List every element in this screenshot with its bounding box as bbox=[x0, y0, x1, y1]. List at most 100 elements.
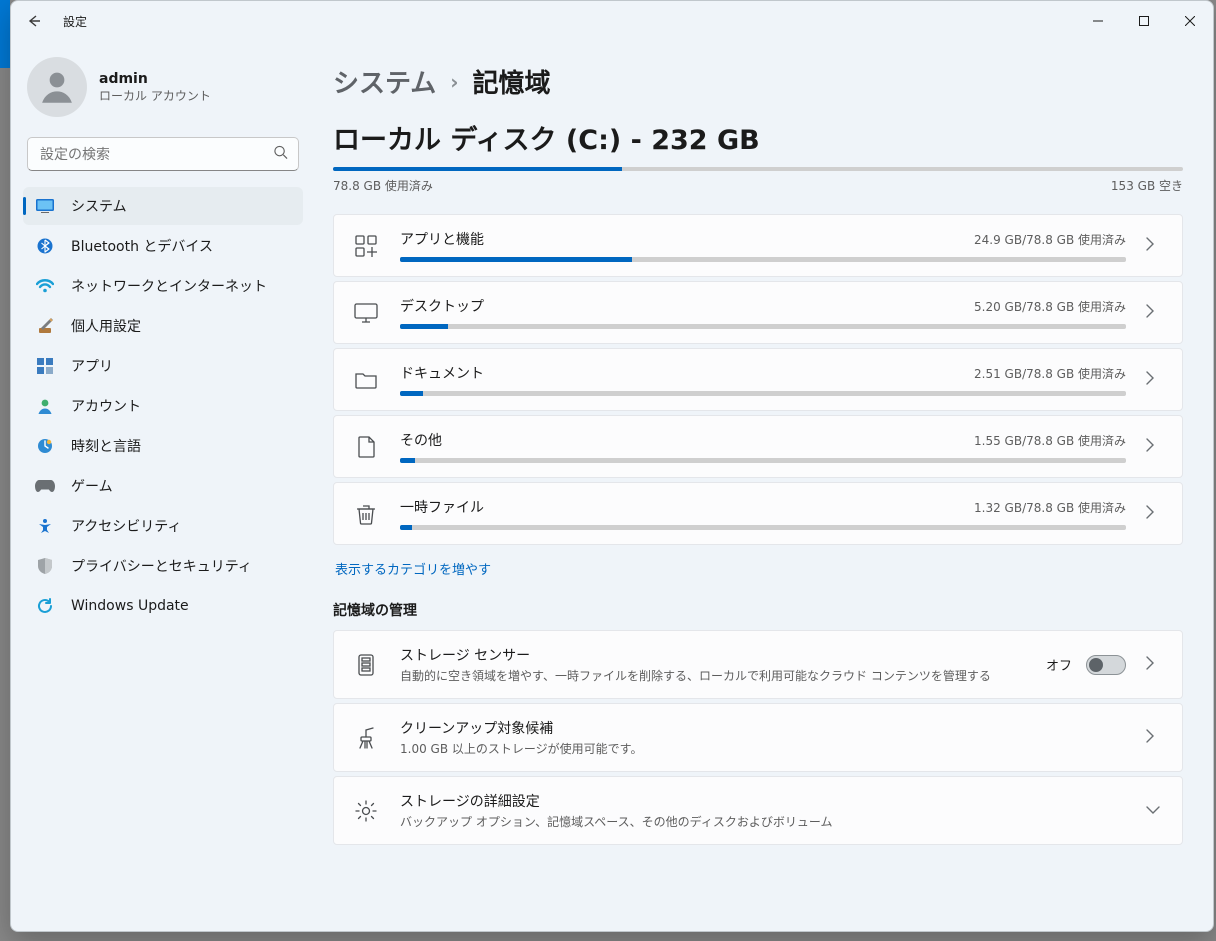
privacy-icon bbox=[35, 556, 55, 576]
manage-item-sub: バックアップ オプション、記憶域スペース、その他のディスクおよびボリューム bbox=[400, 813, 1126, 830]
category-value: 1.55 GB/78.8 GB 使用済み bbox=[974, 432, 1126, 449]
network-icon bbox=[35, 276, 55, 296]
category-title: デスクトップ bbox=[400, 296, 484, 316]
sidebar-item-label: プライバシーとセキュリティ bbox=[71, 556, 252, 576]
category-bar bbox=[400, 525, 1126, 530]
search-input[interactable] bbox=[28, 138, 298, 170]
account-icon bbox=[35, 396, 55, 416]
storage-category-docs[interactable]: ドキュメント2.51 GB/78.8 GB 使用済み bbox=[333, 348, 1183, 411]
disk-used-label: 78.8 GB 使用済み bbox=[333, 177, 433, 194]
apps-icon bbox=[352, 232, 380, 260]
sidebar-item-bluetooth[interactable]: Bluetooth とデバイス bbox=[23, 227, 303, 265]
storage-category-temp[interactable]: 一時ファイル1.32 GB/78.8 GB 使用済み bbox=[333, 482, 1183, 545]
sidebar-item-label: システム bbox=[71, 196, 127, 216]
breadcrumb-current: 記憶域 bbox=[472, 63, 550, 100]
chevron-right-icon bbox=[1146, 371, 1164, 389]
sidebar-item-personal[interactable]: 個人用設定 bbox=[23, 307, 303, 345]
category-value: 5.20 GB/78.8 GB 使用済み bbox=[974, 298, 1126, 315]
time-icon bbox=[35, 436, 55, 456]
titlebar: 設定 bbox=[11, 1, 1213, 41]
temp-icon bbox=[352, 500, 380, 528]
arrow-left-icon bbox=[26, 13, 42, 29]
avatar bbox=[27, 57, 87, 117]
other-icon bbox=[352, 433, 380, 461]
chevron-right-icon bbox=[1146, 304, 1164, 322]
bluetooth-icon bbox=[35, 236, 55, 256]
manage-item-title: ストレージ センサー bbox=[400, 645, 1026, 665]
cleanup-icon bbox=[352, 724, 380, 752]
sidebar-item-label: ネットワークとインターネット bbox=[71, 276, 267, 296]
sidebar-item-system[interactable]: システム bbox=[23, 187, 303, 225]
sidebar-item-time[interactable]: 時刻と言語 bbox=[23, 427, 303, 465]
chevron-right-icon bbox=[1146, 729, 1164, 747]
manage-item-cleanup[interactable]: クリーンアップ対象候補1.00 GB 以上のストレージが使用可能です。 bbox=[333, 703, 1183, 772]
show-more-categories-link[interactable]: 表示するカテゴリを増やす bbox=[335, 559, 491, 578]
sidebar: admin ローカル アカウント システム Bluetooth とデバイスネットワ… bbox=[11, 41, 315, 931]
category-title: その他 bbox=[400, 430, 442, 450]
profile-block[interactable]: admin ローカル アカウント bbox=[19, 49, 307, 129]
storage-category-apps[interactable]: アプリと機能24.9 GB/78.8 GB 使用済み bbox=[333, 214, 1183, 277]
chevron-right-icon bbox=[1146, 438, 1164, 456]
chevron-right-icon bbox=[1146, 237, 1164, 255]
sidebar-item-apps[interactable]: アプリ bbox=[23, 347, 303, 385]
breadcrumb-parent[interactable]: システム bbox=[333, 63, 436, 100]
chevron-right-icon: › bbox=[450, 70, 458, 94]
sidebar-item-label: 個人用設定 bbox=[71, 316, 141, 336]
maximize-button[interactable] bbox=[1121, 5, 1167, 37]
close-icon bbox=[1185, 16, 1195, 26]
manage-item-title: ストレージの詳細設定 bbox=[400, 791, 1126, 811]
sensor-icon bbox=[352, 651, 380, 679]
main-pane[interactable]: システム › 記憶域 ローカル ディスク (C:) - 232 GB 78.8 … bbox=[315, 41, 1213, 931]
chevron-right-icon bbox=[1146, 505, 1164, 523]
person-icon bbox=[36, 66, 78, 108]
access-icon bbox=[35, 516, 55, 536]
sidebar-item-network[interactable]: ネットワークとインターネット bbox=[23, 267, 303, 305]
storage-category-other[interactable]: その他 1.55 GB/78.8 GB 使用済み bbox=[333, 415, 1183, 478]
manage-item-sub: 1.00 GB 以上のストレージが使用可能です。 bbox=[400, 740, 1126, 757]
storage-category-desktop[interactable]: デスクトップ 5.20 GB/78.8 GB 使用済み bbox=[333, 281, 1183, 344]
docs-icon bbox=[352, 366, 380, 394]
category-value: 1.32 GB/78.8 GB 使用済み bbox=[974, 499, 1126, 516]
sidebar-nav: システム Bluetooth とデバイスネットワークとインターネット個人用設定アプ… bbox=[19, 187, 307, 625]
breadcrumb: システム › 記憶域 bbox=[333, 63, 1183, 100]
profile-sub: ローカル アカウント bbox=[99, 87, 211, 104]
storage-sensor-toggle[interactable] bbox=[1086, 655, 1126, 675]
sidebar-item-account[interactable]: アカウント bbox=[23, 387, 303, 425]
disk-free-label: 153 GB 空き bbox=[1111, 177, 1183, 194]
sidebar-item-game[interactable]: ゲーム bbox=[23, 467, 303, 505]
sidebar-item-label: Bluetooth とデバイス bbox=[71, 236, 213, 256]
desktop-icon bbox=[352, 299, 380, 327]
sidebar-item-privacy[interactable]: プライバシーとセキュリティ bbox=[23, 547, 303, 585]
chevron-right-icon bbox=[1146, 656, 1164, 674]
background-app-ribbon bbox=[0, 0, 10, 68]
disk-usage-bar bbox=[333, 167, 1183, 171]
sidebar-item-label: アクセシビリティ bbox=[71, 516, 181, 536]
sidebar-item-label: ゲーム bbox=[71, 476, 113, 496]
category-bar bbox=[400, 257, 1126, 262]
manage-heading: 記憶域の管理 bbox=[333, 600, 1183, 620]
category-bar bbox=[400, 391, 1126, 396]
profile-name: admin bbox=[99, 71, 211, 87]
category-value: 2.51 GB/78.8 GB 使用済み bbox=[974, 365, 1126, 382]
back-button[interactable] bbox=[19, 6, 49, 36]
close-button[interactable] bbox=[1167, 5, 1213, 37]
system-icon bbox=[35, 196, 55, 216]
apps-icon bbox=[35, 356, 55, 376]
window-title: 設定 bbox=[63, 13, 87, 30]
manage-item-advanced[interactable]: ストレージの詳細設定バックアップ オプション、記憶域スペース、その他のディスクお… bbox=[333, 776, 1183, 845]
manage-item-sensor[interactable]: ストレージ センサー自動的に空き領域を増やす、一時ファイルを削除する、ローカルで… bbox=[333, 630, 1183, 699]
search-icon bbox=[273, 145, 288, 164]
minimize-button[interactable] bbox=[1075, 5, 1121, 37]
storage-categories: アプリと機能24.9 GB/78.8 GB 使用済みデスクトップ 5.20 GB/… bbox=[333, 214, 1183, 545]
search-box[interactable] bbox=[27, 137, 299, 171]
toggle-state-label: オフ bbox=[1046, 655, 1072, 674]
disk-title: ローカル ディスク (C:) - 232 GB bbox=[333, 118, 1183, 157]
advanced-icon bbox=[352, 797, 380, 825]
sidebar-item-access[interactable]: アクセシビリティ bbox=[23, 507, 303, 545]
manage-item-sub: 自動的に空き領域を増やす、一時ファイルを削除する、ローカルで利用可能なクラウド … bbox=[400, 667, 1026, 684]
game-icon bbox=[35, 476, 55, 496]
update-icon bbox=[35, 596, 55, 616]
maximize-icon bbox=[1139, 16, 1149, 26]
category-title: アプリと機能 bbox=[400, 229, 484, 249]
sidebar-item-update[interactable]: Windows Update bbox=[23, 587, 303, 625]
